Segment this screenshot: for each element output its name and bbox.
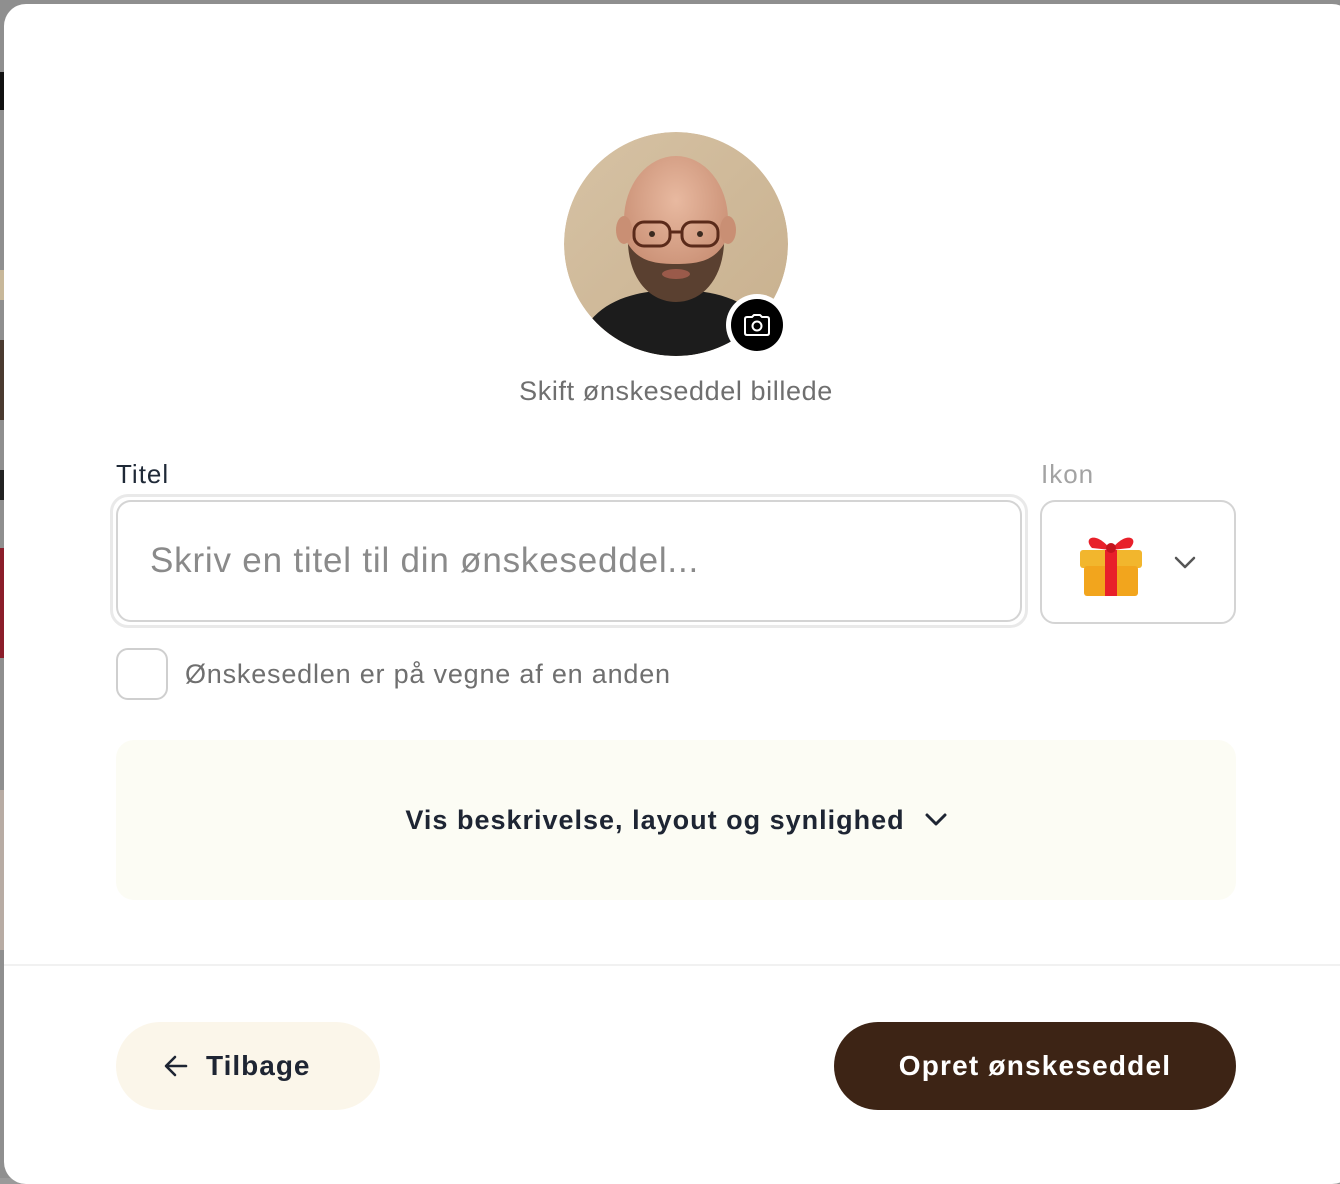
- change-photo-link[interactable]: Skift ønskeseddel billede: [4, 376, 1340, 407]
- chevron-down-icon: [1174, 556, 1196, 569]
- on-behalf-checkbox[interactable]: [116, 648, 168, 700]
- avatar-section: [564, 132, 788, 356]
- change-photo-button[interactable]: [726, 294, 788, 356]
- back-button[interactable]: Tilbage: [116, 1022, 380, 1110]
- title-label: Titel: [116, 459, 170, 489]
- on-behalf-label[interactable]: Ønskesedlen er på vegne af en anden: [185, 659, 671, 690]
- show-details-toggle[interactable]: Vis beskrivelse, layout og synlighed: [116, 740, 1236, 900]
- chevron-down-icon: [925, 813, 947, 827]
- footer-divider: [4, 964, 1340, 966]
- icon-select[interactable]: [1040, 500, 1236, 624]
- back-button-label: Tilbage: [206, 1050, 311, 1081]
- icon-label: Ikon: [1041, 459, 1095, 489]
- title-input[interactable]: [116, 500, 1022, 622]
- create-wishlist-modal: Skift ønskeseddel billede Titel Ikon Øns…: [4, 4, 1340, 1184]
- show-details-label: Vis beskrivelse, layout og synlighed: [405, 804, 905, 835]
- camera-icon: [731, 299, 783, 351]
- gift-icon: [1080, 537, 1142, 596]
- create-wishlist-button[interactable]: Opret ønskeseddel: [834, 1022, 1236, 1110]
- create-wishlist-label: Opret ønskeseddel: [898, 1050, 1172, 1081]
- arrow-left-icon: [164, 1055, 188, 1077]
